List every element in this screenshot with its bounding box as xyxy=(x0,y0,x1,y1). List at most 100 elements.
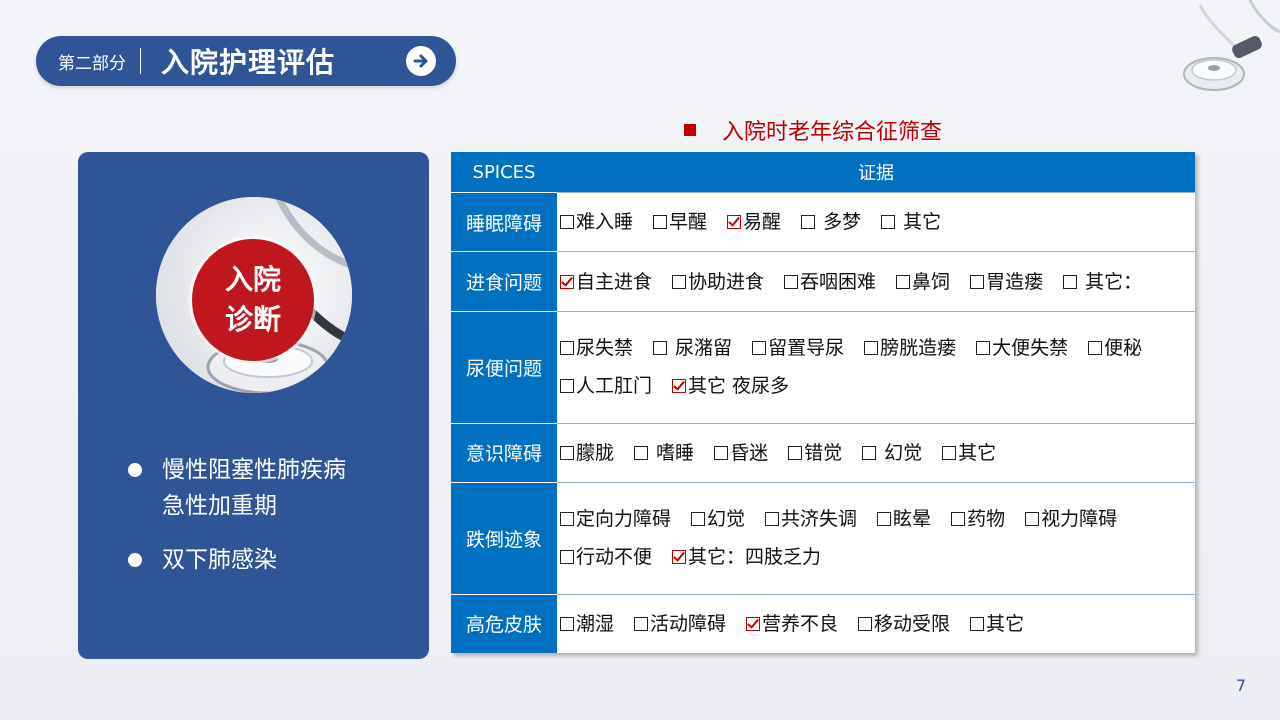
option-label: 定向力障碍 xyxy=(576,508,672,531)
bullet-icon xyxy=(128,553,142,567)
checked-box-icon[interactable] xyxy=(727,215,742,230)
option-label: 尿失禁 xyxy=(576,337,634,360)
checkbox-option[interactable]: 留置导尿 xyxy=(752,329,844,367)
checkbox-icon[interactable] xyxy=(858,616,873,631)
checkbox-option[interactable]: 其它 xyxy=(881,203,941,241)
table-row: 高危皮肤 潮湿 活动障碍 营养不良 移动受限 其它 xyxy=(451,593,1195,653)
checkbox-icon[interactable] xyxy=(560,616,574,631)
evidence-cell: 朦胧 嗜睡 昏迷 错觉 幻觉 其它 xyxy=(557,422,1195,483)
checkbox-icon[interactable] xyxy=(951,512,966,527)
checkbox-option[interactable]: 嗜睡 xyxy=(634,434,694,472)
option-label: 自主进食 xyxy=(576,270,653,293)
checkbox-option[interactable]: 其它 xyxy=(942,434,996,472)
checkbox-option[interactable]: 鼻饲 xyxy=(896,263,950,301)
checkbox-icon[interactable] xyxy=(560,445,574,460)
badge-line1: 入院 xyxy=(224,263,281,296)
checkbox-option[interactable]: 移动受限 xyxy=(858,605,950,643)
checkbox-option[interactable]: 其它：四肢乏力 xyxy=(672,538,821,576)
checkbox-icon[interactable] xyxy=(634,616,649,631)
checkbox-option[interactable]: 大便失禁 xyxy=(976,329,1068,367)
checkbox-icon[interactable] xyxy=(788,445,803,460)
option-label: 昏迷 xyxy=(730,441,769,464)
checked-box-icon[interactable] xyxy=(746,616,761,631)
checkbox-option[interactable]: 其它 xyxy=(970,605,1024,643)
checkbox-icon[interactable] xyxy=(801,215,816,230)
checkbox-icon[interactable] xyxy=(560,341,574,356)
checkbox-icon[interactable] xyxy=(1025,512,1040,527)
checkbox-icon[interactable] xyxy=(560,215,574,230)
checkbox-option[interactable]: 朦胧 xyxy=(560,434,614,472)
checkbox-option[interactable]: 协助进食 xyxy=(672,263,764,301)
checkbox-option[interactable]: 错觉 xyxy=(788,434,842,472)
checkbox-option[interactable]: 营养不良 xyxy=(746,605,838,643)
checkbox-icon[interactable] xyxy=(864,341,879,356)
column-header-spices: SPICES xyxy=(451,152,557,193)
checkbox-option[interactable]: 吞咽困难 xyxy=(784,263,876,301)
checked-box-icon[interactable] xyxy=(560,274,574,289)
checkbox-icon[interactable] xyxy=(714,445,729,460)
checked-box-icon[interactable] xyxy=(672,550,687,565)
checkbox-option[interactable]: 眩晕 xyxy=(877,500,931,538)
arrow-right-icon[interactable] xyxy=(406,46,436,76)
checkbox-option[interactable]: 便秘 xyxy=(1088,329,1142,367)
checkbox-icon[interactable] xyxy=(881,215,896,230)
option-label: 潮湿 xyxy=(576,612,615,635)
checkbox-option[interactable]: 膀胱造瘘 xyxy=(864,329,956,367)
checkbox-option[interactable]: 潮湿 xyxy=(560,605,614,643)
checkbox-icon[interactable] xyxy=(765,512,780,527)
checkbox-icon[interactable] xyxy=(862,445,877,460)
checkbox-icon[interactable] xyxy=(752,341,767,356)
category-cell: 进食问题 xyxy=(451,251,557,312)
option-label: 幻觉 xyxy=(707,508,746,531)
checkbox-option[interactable]: 尿失禁 xyxy=(560,329,633,367)
section-label: 第二部分 xyxy=(58,53,126,74)
checkbox-icon[interactable] xyxy=(896,274,911,289)
checkbox-icon[interactable] xyxy=(976,341,991,356)
checkbox-option[interactable]: 多梦 xyxy=(801,203,861,241)
checkbox-icon[interactable] xyxy=(877,512,892,527)
checkbox-option[interactable]: 共济失调 xyxy=(765,500,857,538)
checkbox-icon[interactable] xyxy=(970,616,985,631)
checkbox-icon[interactable] xyxy=(784,274,799,289)
checkbox-option[interactable]: 其它： xyxy=(1063,263,1142,301)
checkbox-option[interactable]: 胃造瘘 xyxy=(970,263,1043,301)
option-label: 膀胱造瘘 xyxy=(880,337,957,360)
checkbox-option[interactable]: 其它 夜尿多 xyxy=(672,367,789,405)
checkbox-icon[interactable] xyxy=(653,341,668,356)
checkbox-icon[interactable] xyxy=(1063,274,1078,289)
checkbox-option[interactable]: 幻觉 xyxy=(691,500,745,538)
checkbox-option[interactable]: 行动不便 xyxy=(560,538,652,576)
column-header-evidence: 证据 xyxy=(557,152,1195,193)
checkbox-option[interactable]: 昏迷 xyxy=(714,434,768,472)
table-title: 入院时老年综合征筛查 xyxy=(684,114,942,146)
checkbox-icon[interactable] xyxy=(560,379,574,394)
checkbox-icon[interactable] xyxy=(942,445,957,460)
checkbox-icon[interactable] xyxy=(653,215,668,230)
option-label: 视力障碍 xyxy=(1041,508,1118,531)
checkbox-option[interactable]: 难入睡 xyxy=(560,203,633,241)
checkbox-option[interactable]: 自主进食 xyxy=(560,263,652,301)
checkbox-option[interactable]: 定向力障碍 xyxy=(560,500,671,538)
checkbox-icon[interactable] xyxy=(634,445,649,460)
checkbox-option[interactable]: 人工肛门 xyxy=(560,367,652,405)
option-label: 人工肛门 xyxy=(576,375,653,398)
checkbox-option[interactable]: 视力障碍 xyxy=(1025,500,1117,538)
option-label: 眩晕 xyxy=(893,508,932,531)
option-label: 嗜睡 xyxy=(650,441,695,464)
diagnosis-card: 入院 诊断 慢性阻塞性肺疾病 急性加重期 双下肺感染 xyxy=(78,152,429,659)
option-label: 行动不便 xyxy=(576,546,653,569)
checkbox-option[interactable]: 幻觉 xyxy=(862,434,922,472)
checkbox-icon[interactable] xyxy=(1088,341,1103,356)
checkbox-icon[interactable] xyxy=(560,550,574,565)
checkbox-icon[interactable] xyxy=(672,274,687,289)
checkbox-option[interactable]: 药物 xyxy=(951,500,1005,538)
checkbox-icon[interactable] xyxy=(970,274,985,289)
category-cell: 睡眠障碍 xyxy=(451,191,557,252)
checkbox-option[interactable]: 易醒 xyxy=(727,203,781,241)
checked-box-icon[interactable] xyxy=(672,379,687,394)
checkbox-option[interactable]: 早醒 xyxy=(653,203,707,241)
checkbox-icon[interactable] xyxy=(560,512,574,527)
checkbox-option[interactable]: 尿潴留 xyxy=(653,329,732,367)
checkbox-icon[interactable] xyxy=(691,512,706,527)
checkbox-option[interactable]: 活动障碍 xyxy=(634,605,726,643)
